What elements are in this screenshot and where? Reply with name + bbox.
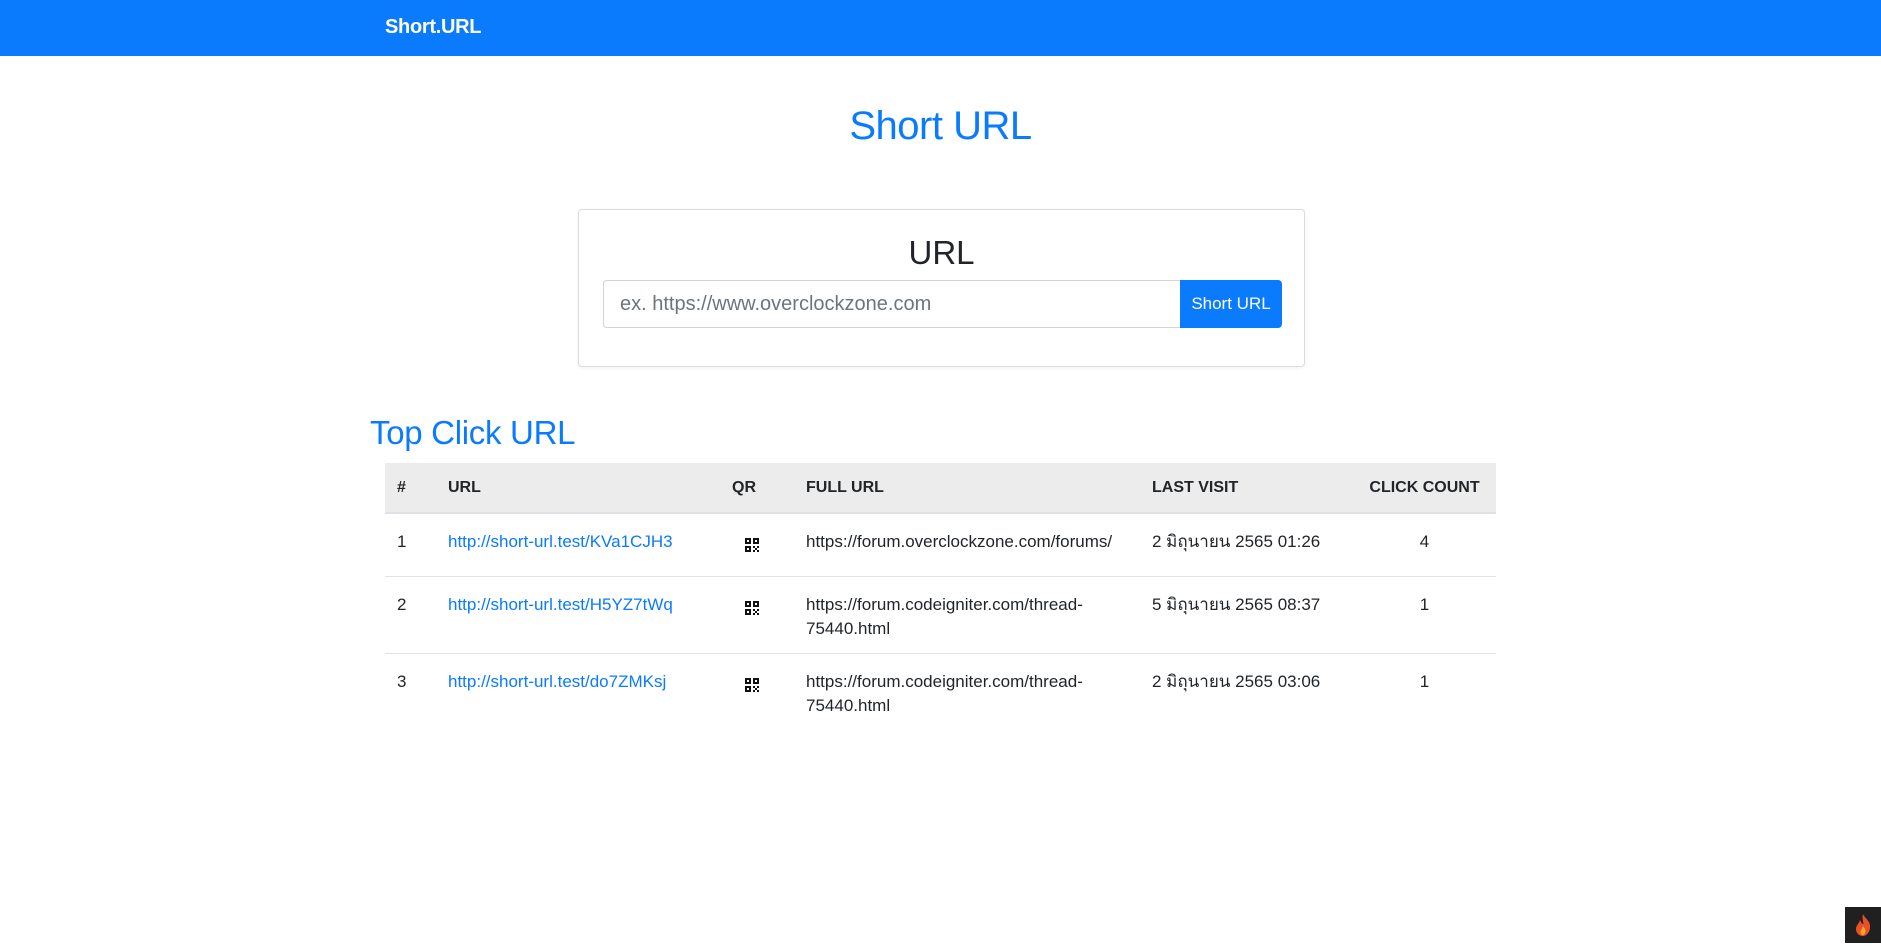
full-url: https://forum.overclockzone.com/forums/ (806, 532, 1113, 551)
top-click-table: # URL QR FULL URL LAST VISIT CLICK COUNT… (385, 463, 1496, 730)
short-url-link[interactable]: http://short-url.test/KVa1CJH3 (448, 532, 673, 551)
debug-toolbar-button[interactable] (1845, 907, 1881, 943)
last-visit: 2 มิถุนายน 2565 01:26 (1152, 532, 1321, 551)
column-header-url: URL (436, 463, 720, 514)
click-count: 4 (1419, 532, 1430, 551)
card-title: URL (908, 234, 975, 271)
short-url-link[interactable]: http://short-url.test/H5YZ7tWq (448, 595, 673, 614)
row-number: 1 (397, 532, 407, 551)
short-url-button[interactable]: Short URL (1180, 280, 1282, 328)
qrcode-icon[interactable] (744, 536, 760, 560)
click-count: 1 (1353, 575, 1496, 653)
flame-icon (1856, 914, 1871, 936)
full-url: https://forum.codeigniter.com/thread-754… (794, 652, 1140, 730)
table-header-row: # URL QR FULL URL LAST VISIT CLICK COUNT (385, 463, 1496, 514)
table-row: 1 http://short-url.test/KVa1CJH3 https:/… (385, 513, 1496, 576)
page-title: Short URL (849, 104, 1032, 148)
column-header-click-count: CLICK COUNT (1353, 463, 1496, 514)
last-visit: 5 มิถุนายน 2565 08:37 (1140, 575, 1353, 653)
row-number: 2 (385, 575, 436, 653)
click-count: 1 (1353, 652, 1496, 730)
column-header-number: # (385, 463, 436, 514)
shorten-url-card: URL Short URL (578, 209, 1305, 367)
column-header-full-url: FULL URL (794, 463, 1140, 514)
qrcode-icon[interactable] (744, 676, 760, 700)
short-url-link[interactable]: http://short-url.test/do7ZMKsj (448, 672, 666, 691)
table-row: 2 http://short-url.test/H5YZ7tWq https:/… (385, 575, 1496, 653)
url-input[interactable] (603, 280, 1180, 328)
full-url: https://forum.codeigniter.com/thread-754… (794, 575, 1140, 653)
qrcode-icon[interactable] (744, 599, 760, 623)
row-number: 3 (385, 652, 436, 730)
top-click-title: Top Click URL (370, 414, 576, 451)
navbar: Short.URL (0, 0, 1881, 56)
column-header-qr: QR (720, 463, 794, 514)
table-row: 3 http://short-url.test/do7ZMKsj https:/… (385, 652, 1496, 730)
brand-link[interactable]: Short.URL (385, 16, 481, 39)
last-visit: 2 มิถุนายน 2565 03:06 (1140, 652, 1353, 730)
column-header-last-visit: LAST VISIT (1140, 463, 1353, 514)
